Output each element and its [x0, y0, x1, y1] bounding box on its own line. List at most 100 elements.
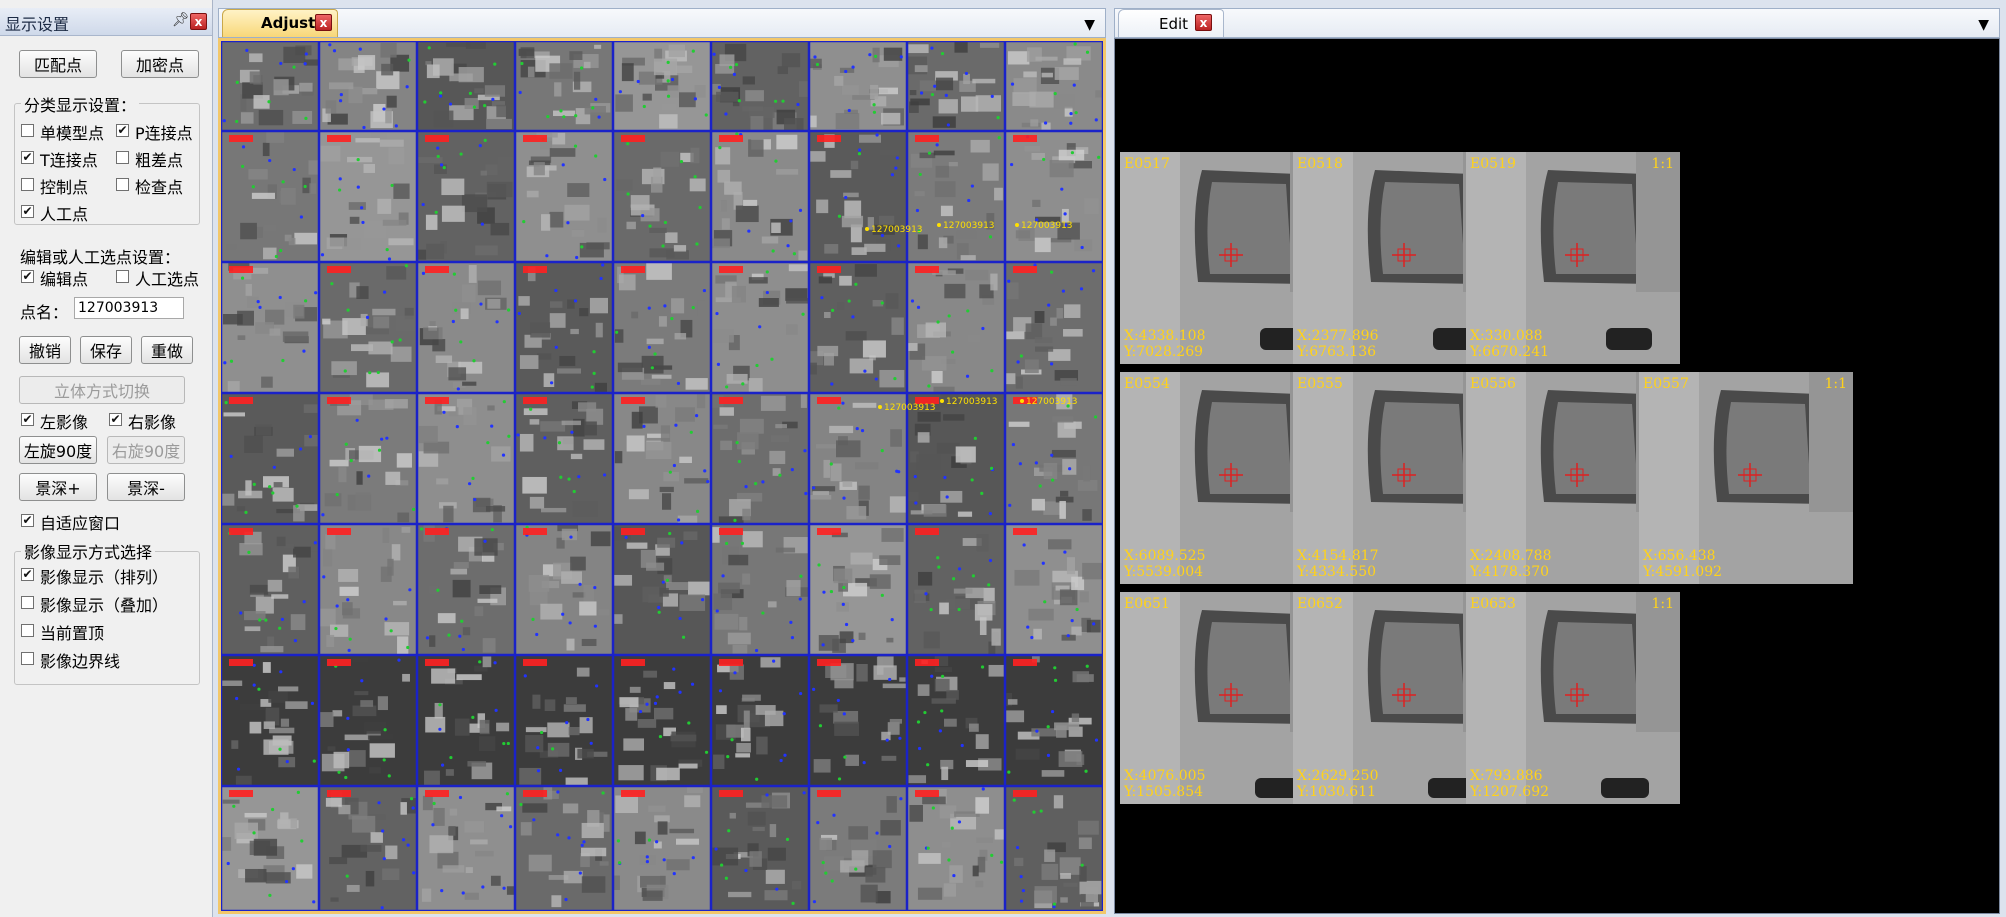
tie-point: [831, 308, 835, 312]
tie-point: [647, 345, 651, 349]
building-block: [666, 859, 690, 871]
tie-point: [1011, 442, 1016, 447]
t-tie-point-checkbox[interactable]: ✔: [21, 151, 34, 164]
panel-close-button[interactable]: x: [190, 13, 207, 30]
check-point-checkbox[interactable]: [116, 178, 129, 191]
building-block: [418, 425, 438, 444]
building-block: [584, 421, 597, 436]
tie-point: [681, 635, 686, 639]
tie-point: [812, 900, 817, 904]
tie-point: [1097, 155, 1101, 159]
manual-point-checkbox[interactable]: ✔: [21, 205, 34, 218]
building-block: [657, 821, 668, 835]
control-point-checkbox[interactable]: [21, 178, 34, 191]
building-block: [756, 736, 768, 755]
image-id-label: [425, 266, 449, 273]
tie-point: [927, 151, 932, 155]
building-block: [732, 644, 748, 654]
image-id-label: [523, 790, 547, 797]
building-block: [519, 433, 534, 452]
tie-point: [678, 690, 682, 694]
tie-point: [531, 617, 535, 621]
bring-to-front-checkbox[interactable]: [21, 624, 34, 637]
point-name-input[interactable]: [74, 297, 184, 319]
tie-point: [678, 616, 682, 621]
image-id-label: [915, 790, 939, 797]
display-arranged-checkbox[interactable]: ✔: [21, 568, 34, 581]
left-image-checkbox[interactable]: ✔: [21, 413, 34, 426]
building-block: [333, 751, 350, 769]
tie-point: [367, 474, 371, 478]
tie-point: [663, 220, 668, 225]
redo-button[interactable]: 重做: [141, 336, 193, 364]
tie-point: [432, 801, 436, 806]
building-block: [1034, 886, 1057, 904]
building-block: [1015, 376, 1023, 389]
building-block: [549, 301, 563, 308]
display-overlay-checkbox[interactable]: [21, 596, 34, 609]
tie-point: [789, 219, 793, 223]
building-block: [278, 686, 299, 692]
undo-button[interactable]: 撤销: [19, 336, 71, 364]
building-block: [449, 808, 458, 816]
building-block: [713, 754, 725, 770]
building-block: [530, 322, 551, 338]
thumbnail-y-coordinate: Y:1207.692: [1470, 784, 1550, 800]
tie-point: [567, 477, 571, 481]
building-block: [809, 362, 817, 375]
p-tie-point-checkbox[interactable]: ✔: [116, 124, 129, 137]
right-image-checkbox[interactable]: ✔: [109, 413, 122, 426]
tie-point: [965, 374, 970, 378]
image-id-label: [229, 790, 253, 797]
triangle-down-icon[interactable]: ▼: [1978, 17, 1989, 33]
building-block: [922, 796, 946, 805]
building-block: [742, 508, 751, 521]
building-block: [475, 850, 494, 857]
tab-edit[interactable]: Edit x: [1118, 9, 1224, 37]
building-block: [368, 341, 393, 355]
tie-point: [278, 747, 282, 751]
building-block: [221, 493, 235, 506]
adjust-tab-close-button[interactable]: x: [315, 14, 332, 31]
thumbnail-e0653[interactable]: E0653 1:1 X:793.886 Y:1207.692: [1466, 592, 1680, 804]
image-display-group-title: 影像显示方式选择: [21, 539, 156, 563]
building-block: [487, 405, 495, 411]
building-block: [1031, 498, 1045, 511]
building-block: [914, 589, 926, 604]
edit-point-checkbox[interactable]: ✔: [21, 270, 34, 283]
building-block: [850, 160, 859, 170]
tie-point: [661, 580, 665, 584]
tie-point: [615, 330, 619, 334]
building-block: [581, 638, 597, 647]
match-points-button[interactable]: 匹配点: [19, 50, 97, 78]
building-block: [567, 299, 575, 309]
tie-point: [741, 382, 745, 386]
rotate-left-button[interactable]: 左旋90度: [19, 436, 97, 464]
thumbnail-e0557[interactable]: E0557 1:1 X:656.438 Y:4591.092: [1639, 372, 1853, 584]
single-model-point-checkbox[interactable]: [21, 124, 34, 137]
pin-icon[interactable]: 📌︎: [172, 12, 190, 28]
manual-select-checkbox[interactable]: [116, 270, 129, 283]
tie-point: [980, 491, 984, 495]
save-button[interactable]: 保存: [80, 336, 132, 364]
tie-point: [332, 49, 337, 53]
aerial-image-mosaic[interactable]: 127003913 127003913 127003913 127003913 1270…: [221, 41, 1103, 911]
tab-adjust[interactable]: Adjust x: [222, 9, 338, 37]
tie-point: [863, 369, 867, 373]
edit-tab-close-button[interactable]: x: [1195, 14, 1212, 31]
image-boundary-checkbox[interactable]: [21, 652, 34, 665]
tie-point: [559, 475, 563, 479]
triangle-down-icon[interactable]: ▼: [1084, 17, 1095, 33]
tie-point: [312, 759, 316, 763]
building-block: [429, 835, 454, 854]
depth-plus-button[interactable]: 景深+: [19, 473, 97, 501]
densify-points-button[interactable]: 加密点: [121, 50, 199, 78]
thumbnail-x-coordinate: X:4076.005: [1124, 768, 1206, 784]
stereo-mode-toggle-button[interactable]: 立体方式切换: [19, 376, 185, 404]
adaptive-window-checkbox[interactable]: ✔: [21, 514, 34, 527]
gross-error-point-checkbox[interactable]: [116, 151, 129, 164]
thumbnail-e0519[interactable]: E0519 1:1 X:330.088 Y:6670.241: [1466, 152, 1680, 364]
depth-minus-button[interactable]: 景深-: [107, 473, 185, 501]
rotate-right-button[interactable]: 右旋90度: [107, 436, 185, 464]
building-block: [223, 412, 246, 417]
